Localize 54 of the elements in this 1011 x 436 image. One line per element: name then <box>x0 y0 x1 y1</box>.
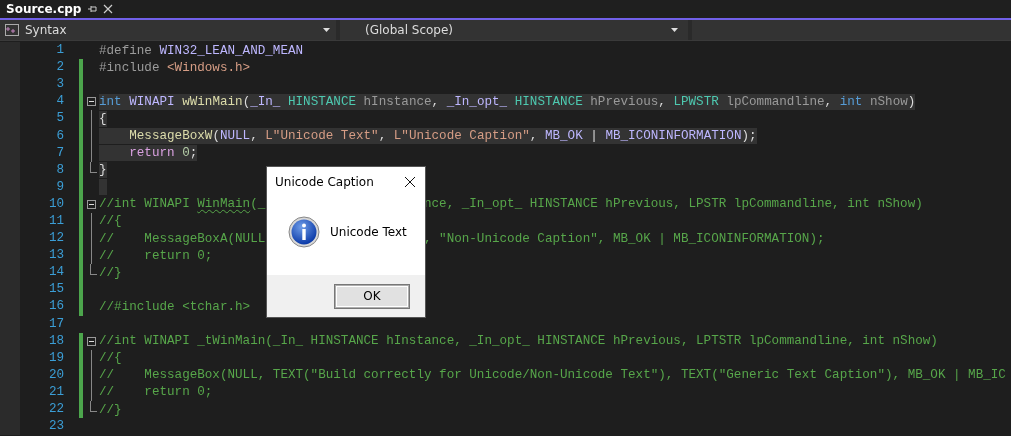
collapse-icon[interactable] <box>86 97 96 107</box>
project-icon <box>5 24 19 36</box>
line-number: 15 <box>48 282 64 298</box>
line-number: 13 <box>48 248 64 264</box>
code-text: return 0; <box>99 145 198 162</box>
code-text: int WINAPI wWinMain(_In_ HINSTANCE hInstance, _In_opt_ HINSTANCE hPrevious, LPWSTR lpCommandline, int nShow) <box>99 93 916 110</box>
line-number: 3 <box>56 77 64 93</box>
collapse-icon[interactable] <box>86 336 96 346</box>
pin-icon[interactable] <box>87 4 98 14</box>
line-number: 10 <box>48 196 64 212</box>
code-text: { <box>99 110 107 127</box>
code-text: #define WIN32_LEAN_AND_MEAN <box>99 42 304 59</box>
line-number: 19 <box>48 350 64 366</box>
line-number: 17 <box>48 316 64 332</box>
line-number: 7 <box>56 145 64 161</box>
line-number: 2 <box>56 60 64 76</box>
line-number: 1 <box>56 43 64 59</box>
code-text: //{ <box>99 213 122 230</box>
caret-icon <box>671 28 678 32</box>
line-number: 16 <box>48 299 64 315</box>
line-number: 21 <box>48 384 64 400</box>
dialog-title: Unicode Caption <box>275 175 374 189</box>
code-text: // MessageBox(NULL, TEXT("Build correctly for Unicode/Non-Unicode Text"), TEXT("Generic Text Caption"), MB_OK | MB_IC <box>99 367 1006 384</box>
line-number: 11 <box>48 214 64 229</box>
code-text: // return 0; <box>99 247 213 264</box>
information-icon <box>288 216 320 248</box>
line-number: 14 <box>48 265 64 281</box>
line-number: 4 <box>56 94 64 110</box>
line-number: 23 <box>48 419 64 435</box>
code-text: //{ <box>99 350 122 367</box>
code-text: //#include <tchar.h> <box>99 298 251 315</box>
code-text: //int WINAPI _tWinMain(_In_ HINSTANCE hInstance, _In_opt_ HINSTANCE hPrevious, LPTSTR lpCommandline, int nShow) <box>99 333 938 350</box>
line-number: 9 <box>56 179 64 195</box>
collapse-icon[interactable] <box>86 199 96 209</box>
code-text: // return 0; <box>99 384 213 401</box>
close-icon[interactable] <box>404 176 416 188</box>
line-number: 5 <box>56 111 64 127</box>
code-text: // MessageBoxA(NULL <box>99 230 266 247</box>
code-text: //} <box>99 264 122 281</box>
code-text: MessageBoxW(NULL, L"Unicode Text", L"Unicode Caption", MB_OK | MB_ICONINFORMATION); <box>99 128 757 144</box>
line-number: 20 <box>48 367 64 383</box>
line-number: 12 <box>48 231 64 247</box>
caret-icon <box>323 28 330 32</box>
ok-button[interactable]: OK <box>335 284 409 308</box>
line-number: 6 <box>56 128 64 144</box>
line-number: 22 <box>48 402 64 417</box>
dialog-message: Unicode Text <box>330 225 407 239</box>
line-number: 8 <box>56 162 64 178</box>
line-number: 18 <box>48 333 64 349</box>
code-text: //} <box>99 401 122 418</box>
code-text: } <box>99 162 107 179</box>
code-text: , "Non-Unicode Caption", MB_OK | MB_ICONINFORMATION); <box>423 230 825 247</box>
code-text: //int WINAPI WinMain(_ <box>99 196 266 213</box>
code-text: #include <Windows.h> <box>99 59 251 76</box>
